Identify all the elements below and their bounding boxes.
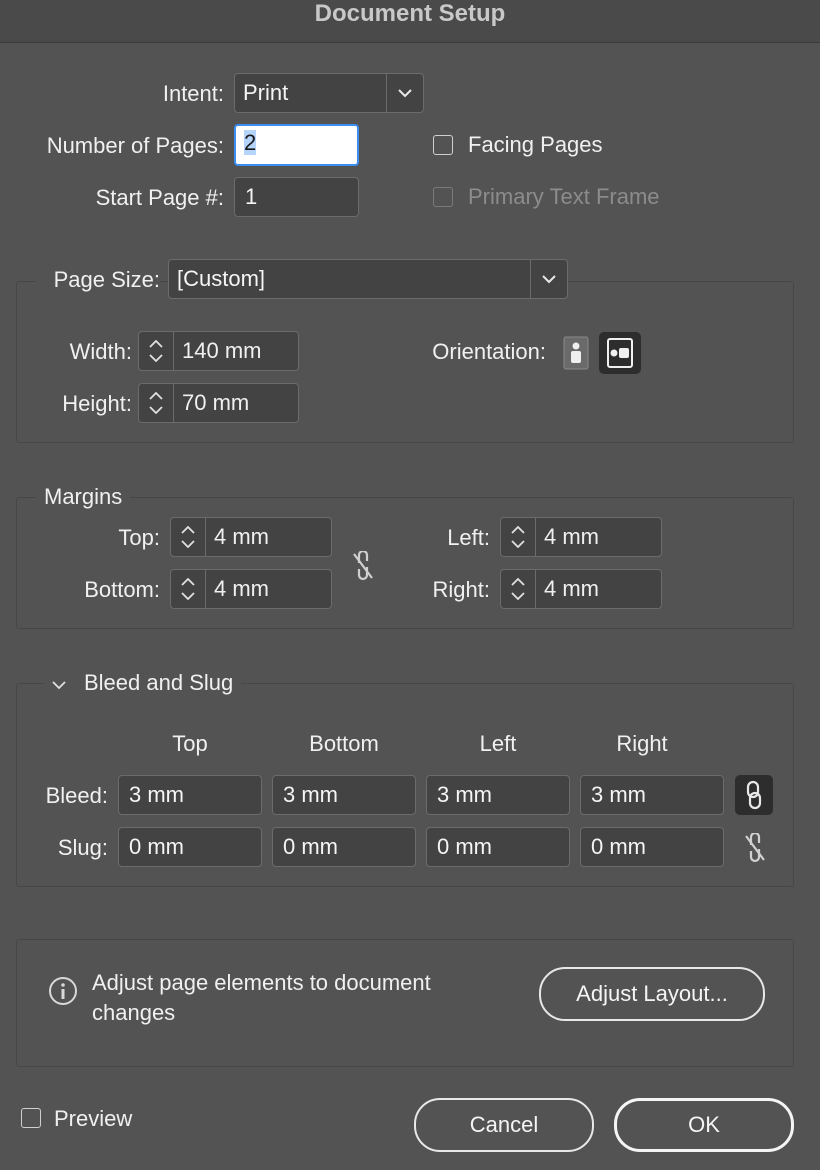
margin-top-label: Top: <box>118 525 160 550</box>
height-value: 70 mm <box>182 390 250 415</box>
orientation-label: Orientation: <box>432 339 546 364</box>
adjust-text-line2: changes <box>92 1000 176 1025</box>
width-value: 140 mm <box>182 338 262 363</box>
chevron-down-icon[interactable] <box>386 74 423 112</box>
adjust-text-line1: Adjust page elements to document <box>92 970 431 995</box>
chevron-down-icon[interactable] <box>530 260 567 298</box>
chevron-down-icon[interactable] <box>52 668 66 698</box>
slug-bottom-input[interactable]: 0 mm <box>272 827 416 867</box>
number-of-pages-label: Number of Pages: <box>46 133 224 158</box>
spin-arrows-icon[interactable] <box>501 518 536 556</box>
primary-text-frame-checkbox <box>433 187 453 207</box>
height-label: Height: <box>62 391 132 416</box>
column-header-bottom: Bottom <box>309 731 379 756</box>
facing-pages-label[interactable]: Facing Pages <box>468 125 603 165</box>
spin-arrows-icon[interactable] <box>171 518 206 556</box>
intent-dropdown[interactable]: Print <box>234 73 424 113</box>
portrait-orientation-icon[interactable] <box>560 334 592 372</box>
bleed-top-input[interactable]: 3 mm <box>118 775 262 815</box>
width-label: Width: <box>69 339 132 364</box>
slug-top-input[interactable]: 0 mm <box>118 827 262 867</box>
bleed-left-input[interactable]: 3 mm <box>426 775 570 815</box>
height-stepper[interactable]: 70 mm <box>138 383 299 423</box>
column-header-left: Left <box>479 731 517 756</box>
page-size-value: [Custom] <box>177 266 266 291</box>
intent-value: Print <box>243 80 289 105</box>
broken-link-icon[interactable] <box>739 830 771 866</box>
margin-bottom-value: 4 mm <box>214 576 269 601</box>
bleed-label: Bleed: <box>45 783 108 808</box>
margin-bottom-label: Bottom: <box>84 577 160 602</box>
margin-top-stepper[interactable]: 4 mm <box>170 517 332 557</box>
preview-label[interactable]: Preview <box>54 1104 132 1134</box>
bleed-right-input[interactable]: 3 mm <box>580 775 724 815</box>
spin-arrows-icon[interactable] <box>139 384 174 422</box>
column-header-right: Right <box>616 731 668 756</box>
cancel-button[interactable]: Cancel <box>414 1098 594 1152</box>
number-of-pages-input[interactable]: 2 <box>234 124 359 166</box>
spin-arrows-icon[interactable] <box>171 570 206 608</box>
title-bar: Document Setup <box>0 0 820 43</box>
margin-bottom-stepper[interactable]: 4 mm <box>170 569 332 609</box>
start-page-value: 1 <box>245 184 258 209</box>
broken-link-icon[interactable] <box>347 548 379 584</box>
bleed-slug-header[interactable]: Bleed and Slug <box>44 668 242 698</box>
facing-pages-checkbox[interactable] <box>433 135 453 155</box>
preview-checkbox[interactable] <box>21 1108 41 1128</box>
margin-top-value: 4 mm <box>214 524 269 549</box>
margin-right-label: Right: <box>432 577 490 602</box>
link-icon[interactable] <box>735 775 773 815</box>
page-size-dropdown[interactable]: [Custom] <box>168 259 568 299</box>
adjust-layout-text: Adjust page elements to document changes <box>92 968 431 1028</box>
start-page-label: Start Page #: <box>95 185 224 210</box>
margin-right-stepper[interactable]: 4 mm <box>500 569 662 609</box>
info-icon <box>47 975 79 1007</box>
margins-title: Margins <box>36 483 131 511</box>
page-size-label: Page Size: <box>36 260 160 300</box>
primary-text-frame-label: Primary Text Frame <box>468 184 660 209</box>
margin-left-label: Left: <box>447 525 490 550</box>
spin-arrows-icon[interactable] <box>139 332 174 370</box>
slug-left-input[interactable]: 0 mm <box>426 827 570 867</box>
slug-label: Slug: <box>57 835 108 860</box>
margin-left-value: 4 mm <box>544 524 599 549</box>
bleed-slug-title: Bleed and Slug <box>84 670 234 695</box>
width-stepper[interactable]: 140 mm <box>138 331 299 371</box>
landscape-orientation-icon[interactable] <box>599 332 641 374</box>
slug-right-input[interactable]: 0 mm <box>580 827 724 867</box>
margin-left-stepper[interactable]: 4 mm <box>500 517 662 557</box>
number-of-pages-value: 2 <box>244 130 257 155</box>
spin-arrows-icon[interactable] <box>501 570 536 608</box>
bleed-bottom-input[interactable]: 3 mm <box>272 775 416 815</box>
start-page-input[interactable]: 1 <box>234 177 359 217</box>
window-title: Document Setup <box>314 0 506 27</box>
column-header-top: Top <box>172 731 208 756</box>
ok-button[interactable]: OK <box>614 1098 794 1152</box>
adjust-layout-button[interactable]: Adjust Layout... <box>539 967 765 1021</box>
margin-right-value: 4 mm <box>544 576 599 601</box>
intent-label: Intent: <box>162 81 224 106</box>
